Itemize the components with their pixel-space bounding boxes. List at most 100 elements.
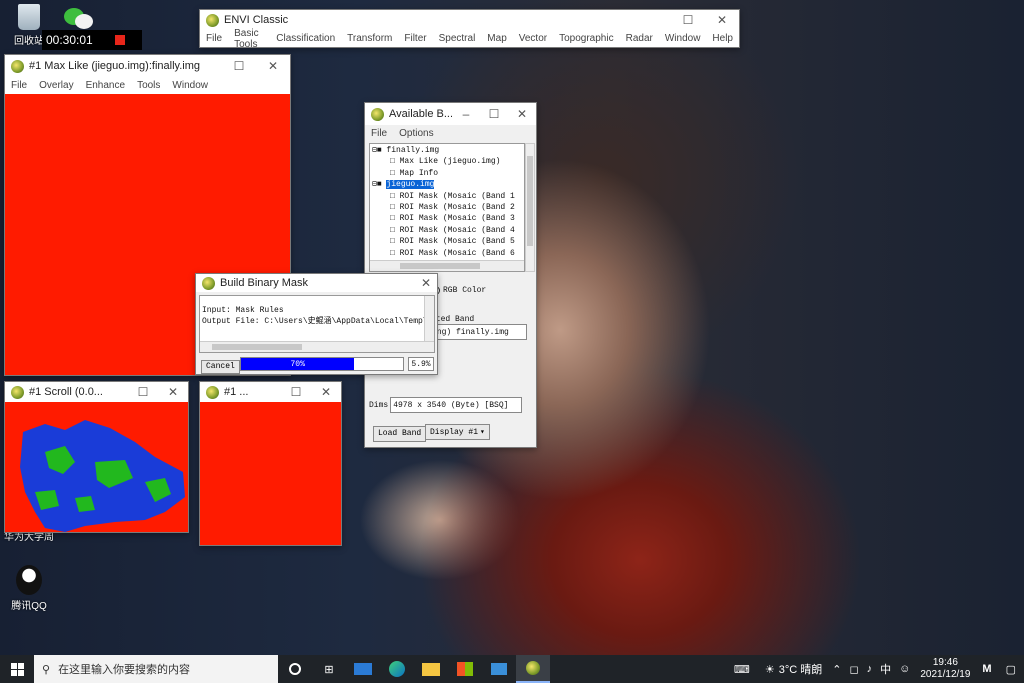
menu-item[interactable]: Enhance	[80, 80, 131, 91]
file-explorer-icon[interactable]	[414, 655, 448, 683]
collapse-icon[interactable]: ⊟■	[372, 146, 386, 155]
maximize-button[interactable]: ☐	[128, 385, 158, 399]
tree-node[interactable]: □ Map Info	[372, 168, 522, 179]
mail-icon[interactable]	[346, 655, 380, 683]
log-hscrollbar[interactable]	[200, 341, 434, 352]
close-button[interactable]: ✕	[705, 13, 739, 27]
menu-item[interactable]: File	[200, 33, 228, 44]
scroll-image-canvas[interactable]	[5, 402, 188, 532]
weather-widget[interactable]: ☀ 3°C 晴朗	[759, 661, 828, 677]
volume-icon[interactable]: ♪	[863, 663, 877, 675]
ime-indicator[interactable]: 中	[876, 661, 895, 677]
close-button[interactable]: ✕	[158, 385, 188, 399]
menu-item[interactable]: Window	[166, 80, 214, 91]
menu-item[interactable]: Map	[481, 33, 512, 44]
tree-node[interactable]: □ Max Like (jieguo.img)	[372, 156, 522, 167]
rgb-color-option[interactable]: RGB Color	[431, 286, 486, 295]
window-title: Available B...	[389, 108, 452, 120]
minimize-button[interactable]: –	[452, 107, 480, 121]
tree-hscrollbar[interactable]	[370, 260, 524, 271]
maximize-button[interactable]: ☐	[222, 59, 256, 73]
zoom-image-canvas[interactable]	[200, 402, 341, 545]
tree-node-label: Map Info	[399, 168, 439, 178]
edge-icon[interactable]	[380, 655, 414, 683]
maximize-button[interactable]: ☐	[281, 385, 311, 399]
maximize-button[interactable]: ☐	[480, 107, 508, 121]
search-box[interactable]: ⚲ 在这里输入你要搜索的内容	[34, 655, 278, 683]
close-button[interactable]: ✕	[256, 59, 290, 73]
menu-item[interactable]: Overlay	[33, 80, 79, 91]
rgb-color-label: RGB Color	[443, 286, 487, 295]
menu-item[interactable]: Spectral	[433, 33, 482, 44]
collapse-icon[interactable]: ⊟■	[372, 180, 386, 189]
recording-timer: 00:30:01	[42, 30, 142, 50]
ime-toolbar-icon[interactable]: ⌨	[725, 655, 759, 683]
app-pinned-icon[interactable]	[482, 655, 516, 683]
stop-record-button[interactable]	[114, 35, 125, 45]
start-button[interactable]	[0, 655, 34, 683]
display-select[interactable]: Display #1 ▾	[425, 424, 490, 440]
menu-item[interactable]: File	[365, 128, 393, 139]
desktop-icon-qq[interactable]: 腾讯QQ	[0, 565, 58, 612]
tree-node-label: ROI Mask (Mosaic (Band 6	[399, 248, 515, 258]
envi-globe-icon	[11, 59, 24, 73]
network-icon[interactable]: ◻	[845, 663, 862, 676]
bands-menubar: File Options	[365, 125, 536, 142]
tree-vscrollbar[interactable]	[525, 143, 535, 272]
menu-item[interactable]: Options	[393, 128, 439, 139]
menu-item[interactable]: Tools	[131, 80, 166, 91]
envi-menubar: File Basic Tools Classification Transform Fi…	[200, 28, 739, 50]
close-button[interactable]: ✕	[508, 107, 536, 121]
app-tray-icon[interactable]: M	[976, 663, 997, 675]
classification-map	[20, 420, 185, 532]
input-mode-icon[interactable]: ☺	[895, 663, 914, 675]
tree-node[interactable]: □ ROI Mask (Mosaic (Band 6	[372, 248, 522, 259]
window-title: #1 Max Like (jieguo.img):finally.img	[29, 60, 200, 72]
store-icon[interactable]	[448, 655, 482, 683]
tree-node-label: Max Like (jieguo.img)	[399, 157, 501, 167]
desktop-icon-label: 腾讯QQ	[11, 601, 47, 612]
band-icon: □	[390, 202, 400, 212]
progress-bar: 70%	[240, 357, 404, 371]
task-view-icon[interactable]: ⊞	[312, 655, 346, 683]
menu-item[interactable]: Filter	[398, 33, 432, 44]
mask-log-text: Input: Mask Rules Output File: C:\Users\…	[199, 295, 435, 353]
window-title: Build Binary Mask	[220, 277, 309, 289]
menu-item[interactable]: File	[5, 80, 33, 91]
tree-node-label: ROI Mask (Mosaic (Band 1	[399, 191, 515, 201]
menu-item[interactable]: Classification	[270, 33, 341, 44]
band-icon: □	[390, 168, 400, 178]
chevron-up-icon[interactable]: ⌃	[828, 663, 845, 676]
load-band-button[interactable]: Load Band	[373, 424, 427, 442]
menu-item[interactable]: Transform	[341, 33, 398, 44]
menu-item[interactable]: Help	[706, 33, 739, 44]
notification-icon[interactable]: ▢	[998, 663, 1024, 676]
tree-node[interactable]: ⊟■ finally.img	[372, 145, 522, 156]
close-button[interactable]: ✕	[415, 276, 437, 290]
menu-item[interactable]: Basic Tools	[228, 28, 270, 50]
clock[interactable]: 19:46 2021/12/19	[914, 657, 976, 681]
selected-band-field: ing) finally.img	[429, 324, 527, 340]
band-tree[interactable]: ⊟■ finally.img □ Max Like (jieguo.img) □ M…	[369, 143, 525, 272]
menu-item[interactable]: Topographic	[553, 33, 619, 44]
tree-node[interactable]: □ ROI Mask (Mosaic (Band 4	[372, 225, 522, 236]
tree-node[interactable]: □ ROI Mask (Mosaic (Band 3	[372, 213, 522, 224]
cancel-button[interactable]: Cancel	[201, 357, 240, 374]
menu-item[interactable]: Vector	[513, 33, 553, 44]
wechat-icon[interactable]	[62, 6, 98, 30]
tree-node[interactable]: ⊟■ jieguo.img	[372, 179, 522, 190]
search-icon: ⚲	[42, 663, 51, 676]
tree-node[interactable]: □ ROI Mask (Mosaic (Band 1	[372, 191, 522, 202]
tree-node[interactable]: □ ROI Mask (Mosaic (Band 5	[372, 236, 522, 247]
menu-item[interactable]: Window	[659, 33, 707, 44]
clock-time: 19:46	[932, 657, 958, 668]
menu-item[interactable]: Radar	[620, 33, 659, 44]
log-vscrollbar[interactable]	[424, 296, 434, 342]
maximize-button[interactable]: ☐	[671, 13, 705, 27]
tree-node[interactable]: □ ROI Mask (Mosaic (Band 2	[372, 202, 522, 213]
band-icon: □	[390, 191, 400, 201]
envi-globe-icon	[206, 13, 219, 27]
task-view-button[interactable]	[278, 655, 312, 683]
close-button[interactable]: ✕	[311, 385, 341, 399]
envi-taskbar-icon[interactable]	[516, 655, 550, 683]
